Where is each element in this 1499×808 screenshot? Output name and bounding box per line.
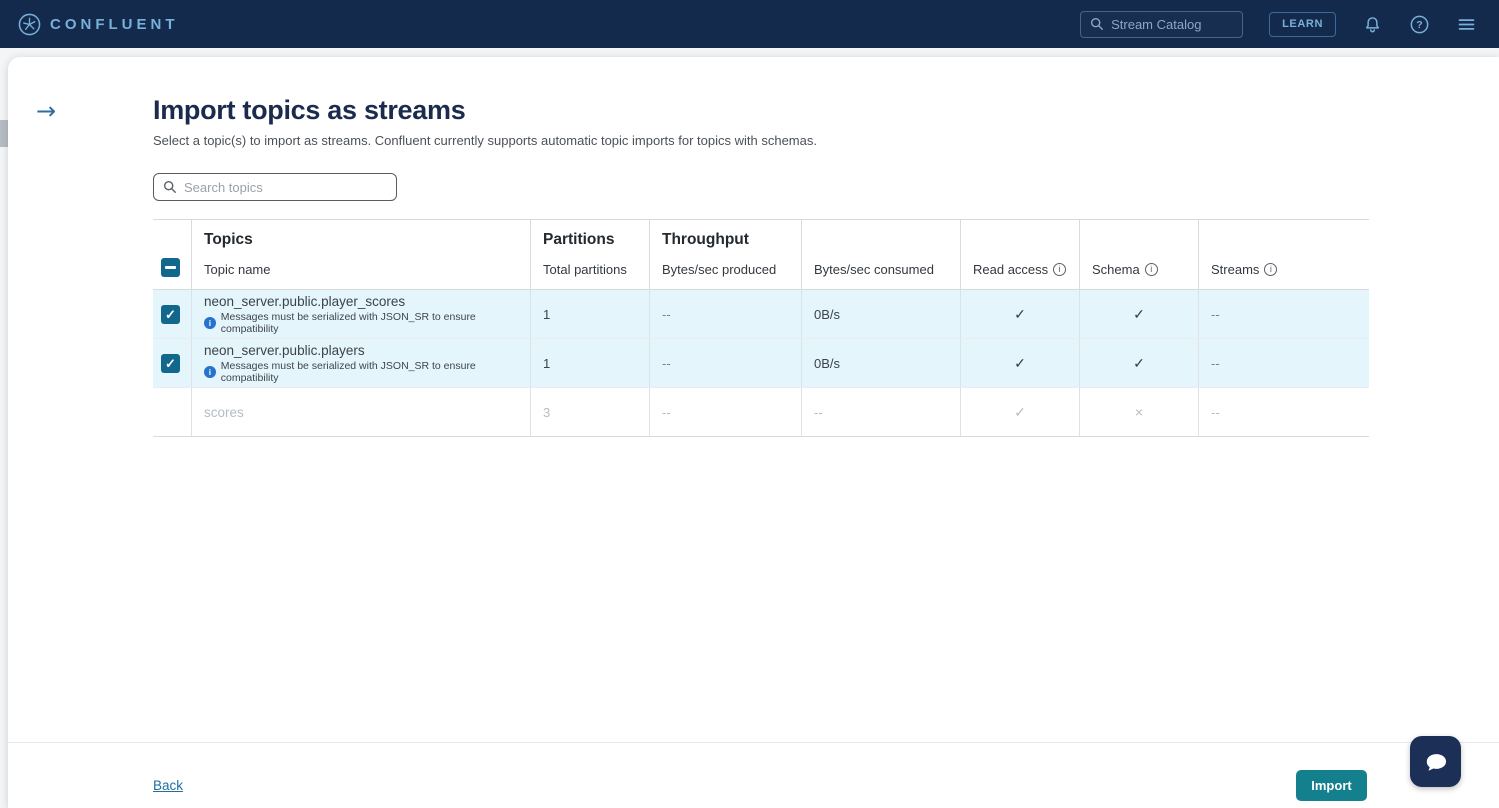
cell-streams: --: [1198, 339, 1369, 387]
cell-streams: --: [1198, 290, 1369, 338]
topics-table: Topics Topic name Partitions Total parti…: [153, 219, 1369, 437]
import-button[interactable]: Import: [1296, 770, 1367, 801]
search-icon: [1090, 17, 1104, 31]
cell-streams: --: [1198, 388, 1369, 436]
viewport: CONFLUENT Stream Catalog LEARN ?: [0, 0, 1499, 808]
read-access-check: ✓: [1014, 355, 1026, 372]
search-topics-input[interactable]: [184, 180, 387, 195]
row-checkbox[interactable]: ✓: [161, 354, 180, 373]
topic-name: neon_server.public.players: [204, 343, 530, 358]
info-icon[interactable]: i: [1264, 263, 1277, 276]
topic-name: scores: [204, 405, 244, 420]
left-edge-notch: [0, 120, 8, 147]
column-schema: Schemai: [1092, 262, 1190, 277]
column-topic-name: Topic name: [204, 262, 522, 277]
cell-bytes-produced: --: [649, 290, 801, 338]
check-icon: ✓: [165, 308, 176, 321]
svg-text:?: ?: [1416, 19, 1422, 31]
topic-name: neon_server.public.player_scores: [204, 294, 530, 309]
help-icon[interactable]: ?: [1409, 14, 1430, 35]
select-all-checkbox[interactable]: [161, 258, 180, 277]
back-link[interactable]: Back: [153, 778, 183, 793]
cell-bytes-consumed: 0B/s: [801, 339, 960, 387]
topic-compatibility-note: i Messages must be serialized with JSON_…: [204, 311, 530, 335]
chat-bubble-icon: [1422, 748, 1450, 776]
cell-bytes-produced: --: [649, 339, 801, 387]
column-group-throughput: Throughput: [662, 231, 793, 249]
page-subtitle: Select a topic(s) to import as streams. …: [153, 133, 817, 148]
table-row[interactable]: ✓ neon_server.public.player_scores i Mes…: [153, 290, 1369, 339]
confluent-mark-icon: [18, 13, 41, 36]
column-bytes-produced: Bytes/sec produced: [662, 262, 793, 277]
schema-mark: ✓: [1133, 306, 1145, 323]
cell-partitions: 3: [530, 388, 649, 436]
column-total-partitions: Total partitions: [543, 262, 641, 277]
column-group-topics: Topics: [204, 231, 522, 249]
table-header: Topics Topic name Partitions Total parti…: [153, 219, 1369, 290]
page-title: Import topics as streams: [153, 95, 465, 126]
cell-partitions: 1: [530, 339, 649, 387]
column-read-access: Read accessi: [973, 262, 1071, 277]
footer-divider: [8, 742, 1499, 743]
notifications-bell-icon[interactable]: [1362, 14, 1383, 35]
collapse-panel-arrow-icon[interactable]: →: [30, 97, 62, 125]
row-checkbox[interactable]: ✓: [161, 305, 180, 324]
topic-compatibility-note: i Messages must be serialized with JSON_…: [204, 360, 530, 384]
search-topics-field: [153, 173, 397, 201]
cell-bytes-consumed: 0B/s: [801, 290, 960, 338]
table-body: ✓ neon_server.public.player_scores i Mes…: [153, 290, 1369, 437]
info-icon: i: [204, 317, 216, 329]
brand-name: CONFLUENT: [50, 16, 179, 33]
stream-catalog-placeholder: Stream Catalog: [1111, 17, 1201, 32]
info-icon: i: [204, 366, 216, 378]
table-row[interactable]: ✓ neon_server.public.players i Messages …: [153, 339, 1369, 388]
info-icon[interactable]: i: [1145, 263, 1158, 276]
chat-support-button[interactable]: [1410, 736, 1461, 787]
column-streams: Streamsi: [1211, 262, 1361, 277]
check-icon: ✓: [165, 357, 176, 370]
schema-mark: ×: [1135, 404, 1143, 420]
cell-bytes-consumed: --: [801, 388, 960, 436]
read-access-check: ✓: [1014, 404, 1026, 421]
cell-bytes-produced: --: [649, 388, 801, 436]
schema-mark: ✓: [1133, 355, 1145, 372]
column-bytes-consumed: Bytes/sec consumed: [814, 262, 952, 277]
column-group-partitions: Partitions: [543, 231, 641, 249]
hamburger-menu-icon[interactable]: [1456, 14, 1477, 35]
cell-partitions: 1: [530, 290, 649, 338]
search-icon: [163, 180, 177, 194]
confluent-logo[interactable]: CONFLUENT: [18, 13, 179, 36]
table-row[interactable]: ✓ scores i 3 -- -- ✓ × --: [153, 388, 1369, 437]
stream-catalog-search[interactable]: Stream Catalog: [1080, 11, 1243, 38]
import-topics-panel: → Import topics as streams Select a topi…: [8, 57, 1499, 808]
top-navbar: CONFLUENT Stream Catalog LEARN ?: [0, 0, 1499, 48]
learn-button[interactable]: LEARN: [1269, 12, 1336, 37]
info-icon[interactable]: i: [1053, 263, 1066, 276]
read-access-check: ✓: [1014, 306, 1026, 323]
